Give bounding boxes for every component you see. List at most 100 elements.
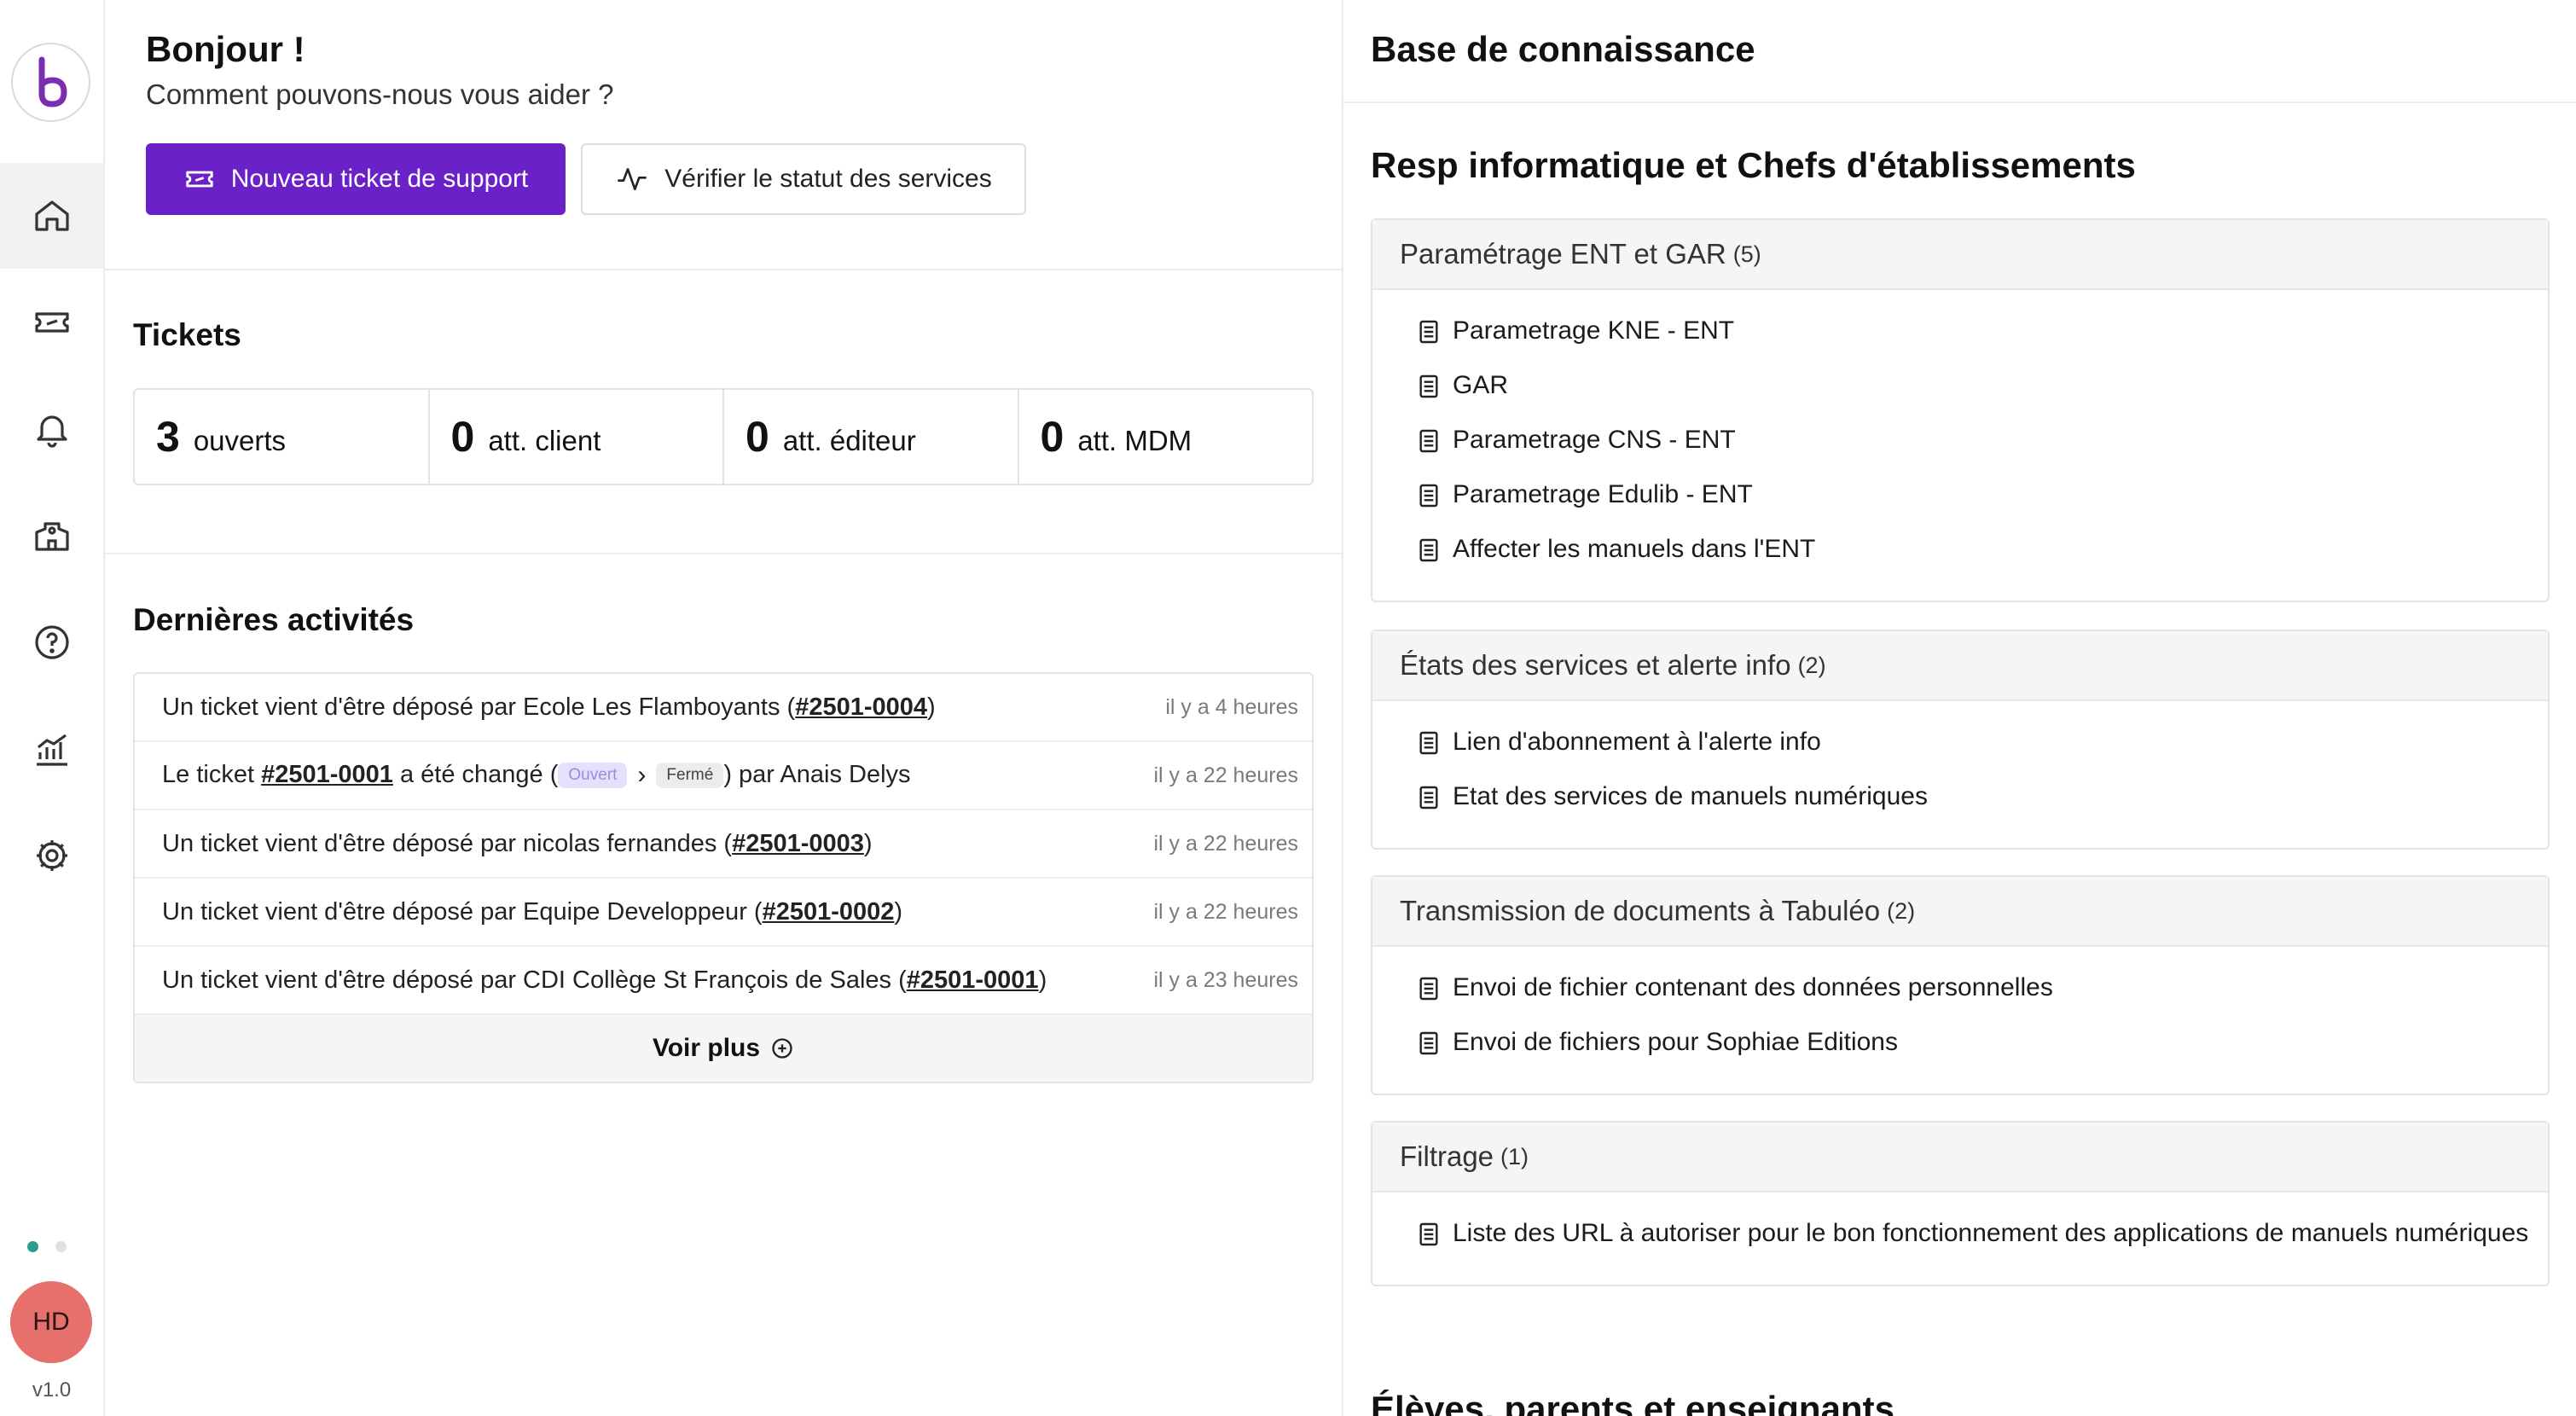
- kb-category-header[interactable]: Transmission de documents à Tabuléo (2): [1372, 877, 2548, 947]
- ticket-link[interactable]: #2501-0001: [261, 761, 393, 788]
- kb-article-title: Parametrage Edulib - ENT: [1453, 480, 1753, 508]
- ticket-link[interactable]: #2501-0001: [907, 966, 1039, 994]
- kb-article[interactable]: Parametrage CNS - ENT: [1415, 423, 2548, 457]
- activity-time: il y a 23 heures: [1153, 967, 1298, 992]
- nav-notifications[interactable]: [0, 376, 103, 482]
- help-icon: [34, 625, 69, 659]
- see-more-button[interactable]: Voir plus: [135, 1015, 1312, 1082]
- ticket-link[interactable]: #2501-0004: [795, 693, 927, 721]
- kb-article-title: GAR: [1453, 371, 1509, 399]
- kb-article-title: Lien d'abonnement à l'alerte info: [1453, 728, 1821, 756]
- kb-article[interactable]: Envoi de fichier contenant des données p…: [1415, 971, 2548, 1005]
- knowledge-base-panel: Base de connaissance Resp informatique e…: [1342, 0, 2576, 1416]
- status-dot-active: [27, 1241, 38, 1252]
- avatar[interactable]: HD: [10, 1281, 92, 1363]
- kb-category-count: (2): [1887, 897, 1916, 924]
- document-icon: [1419, 484, 1438, 508]
- kb-category-count: (1): [1500, 1143, 1529, 1169]
- activity-item: Un ticket vient d'être déposé par Ecole …: [135, 674, 1312, 742]
- check-status-label: Vérifier le statut des services: [664, 165, 992, 193]
- activity-icon: [618, 168, 647, 190]
- divider: [1343, 102, 2576, 103]
- stat-label: att. éditeur: [782, 425, 916, 456]
- document-icon: [1419, 1222, 1438, 1246]
- document-icon: [1419, 786, 1438, 810]
- kb-article-list: Liste des URL à autoriser pour le bon fo…: [1372, 1193, 2548, 1285]
- status-badge-closed: Fermé: [656, 763, 724, 789]
- bell-icon: [36, 415, 67, 448]
- kb-category-header[interactable]: Paramétrage ENT et GAR (5): [1372, 220, 2548, 290]
- kb-category: États des services et alerte info (2) Li…: [1371, 630, 2550, 850]
- kb-section-title: Resp informatique et Chefs d'établisseme…: [1371, 145, 2136, 185]
- kb-article-title: Envoi de fichiers pour Sophiae Editions: [1453, 1028, 1898, 1056]
- main-content: Bonjour ! Comment pouvons-nous vous aide…: [105, 0, 1342, 1416]
- kb-article-list: Parametrage KNE - ENT GAR Parametrage CN…: [1372, 290, 2548, 601]
- kb-category-name: Filtrage: [1400, 1140, 1494, 1172]
- stat-count: 0: [450, 413, 475, 461]
- stat-label: ouverts: [193, 425, 287, 456]
- kb-article[interactable]: Lien d'abonnement à l'alerte info: [1415, 725, 2548, 759]
- kb-article[interactable]: Parametrage Edulib - ENT: [1415, 478, 2548, 512]
- activity-time: il y a 22 heures: [1153, 763, 1298, 787]
- new-ticket-button[interactable]: Nouveau ticket de support: [146, 143, 566, 215]
- stat-waiting-publisher[interactable]: 0 att. éditeur: [724, 390, 1019, 484]
- kb-article-list: Envoi de fichier contenant des données p…: [1372, 947, 2548, 1094]
- nav-schools[interactable]: [0, 483, 103, 589]
- activity-text: Le ticket #2501-0001 a été changé (Ouver…: [162, 761, 911, 790]
- kb-category-name: Paramétrage ENT et GAR: [1400, 238, 1726, 270]
- nav-statistics[interactable]: [0, 696, 103, 802]
- app-version: v1.0: [32, 1378, 72, 1401]
- check-status-button[interactable]: Vérifier le statut des services: [581, 143, 1026, 215]
- activity-text: Un ticket vient d'être déposé par Ecole …: [162, 693, 936, 722]
- document-icon: [1419, 429, 1438, 453]
- kb-article[interactable]: Affecter les manuels dans l'ENT: [1415, 532, 2548, 566]
- app-logo[interactable]: [11, 43, 90, 122]
- ticket-link[interactable]: #2501-0002: [763, 898, 895, 926]
- kb-article[interactable]: Liste des URL à autoriser pour le bon fo…: [1415, 1216, 2548, 1251]
- new-ticket-label: Nouveau ticket de support: [230, 165, 529, 193]
- document-icon: [1419, 731, 1438, 755]
- kb-article-list: Lien d'abonnement à l'alerte info Etat d…: [1372, 701, 2548, 848]
- activity-time: il y a 22 heures: [1153, 831, 1298, 856]
- activity-text: Un ticket vient d'être déposé par CDI Co…: [162, 966, 1047, 995]
- ticket-icon: [186, 171, 213, 188]
- activity-suffix: ): [927, 693, 936, 721]
- tickets-title: Tickets: [133, 317, 241, 352]
- kb-category: Filtrage (1) Liste des URL à autoriser p…: [1371, 1121, 2550, 1286]
- nav-help[interactable]: [0, 589, 103, 695]
- activity-item: Un ticket vient d'être déposé par nicola…: [135, 810, 1312, 879]
- kb-article-title: Affecter les manuels dans l'ENT: [1453, 535, 1816, 563]
- kb-article[interactable]: Envoi de fichiers pour Sophiae Editions: [1415, 1025, 2548, 1059]
- nav-tickets[interactable]: [0, 270, 103, 375]
- kb-article-title: Envoi de fichier contenant des données p…: [1453, 973, 2053, 1001]
- stat-label: att. client: [488, 425, 601, 456]
- activity-suffix: ) par Anais Delys: [723, 760, 911, 788]
- activity-middle: a été changé (: [392, 760, 559, 788]
- greeting-title: Bonjour !: [146, 29, 305, 69]
- nav-settings[interactable]: [0, 803, 103, 908]
- stat-open[interactable]: 3 ouverts: [135, 390, 430, 484]
- kb-article[interactable]: Etat des services de manuels numériques: [1415, 780, 2548, 814]
- kb-article[interactable]: GAR: [1415, 369, 2548, 403]
- activity-prefix: Un ticket vient d'être déposé par CDI Co…: [162, 966, 907, 994]
- activities-title: Dernières activités: [133, 602, 415, 637]
- ticket-link[interactable]: #2501-0003: [732, 830, 864, 857]
- chart-icon: [36, 734, 67, 766]
- nav-home[interactable]: [0, 163, 103, 269]
- stat-waiting-mdm[interactable]: 0 att. MDM: [1019, 390, 1313, 484]
- kb-category-header[interactable]: Filtrage (1): [1372, 1123, 2548, 1193]
- kb-article-title: Parametrage CNS - ENT: [1453, 426, 1736, 454]
- kb-category-count: (2): [1797, 652, 1826, 678]
- stat-count: 0: [746, 413, 769, 461]
- ticket-icon: [34, 312, 69, 333]
- stat-waiting-client[interactable]: 0 att. client: [430, 390, 724, 484]
- kb-category-header[interactable]: États des services et alerte info (2): [1372, 631, 2548, 701]
- kb-article[interactable]: Parametrage KNE - ENT: [1415, 314, 2548, 348]
- kb-section-title: Élèves, parents et enseignants: [1371, 1389, 1894, 1416]
- kb-category-count: (5): [1732, 241, 1761, 267]
- kb-category-name: Transmission de documents à Tabuléo: [1400, 895, 1881, 926]
- plus-circle-icon: [772, 1038, 792, 1059]
- stat-count: 0: [1040, 413, 1065, 461]
- status-dot: [55, 1241, 67, 1252]
- document-icon: [1419, 374, 1438, 398]
